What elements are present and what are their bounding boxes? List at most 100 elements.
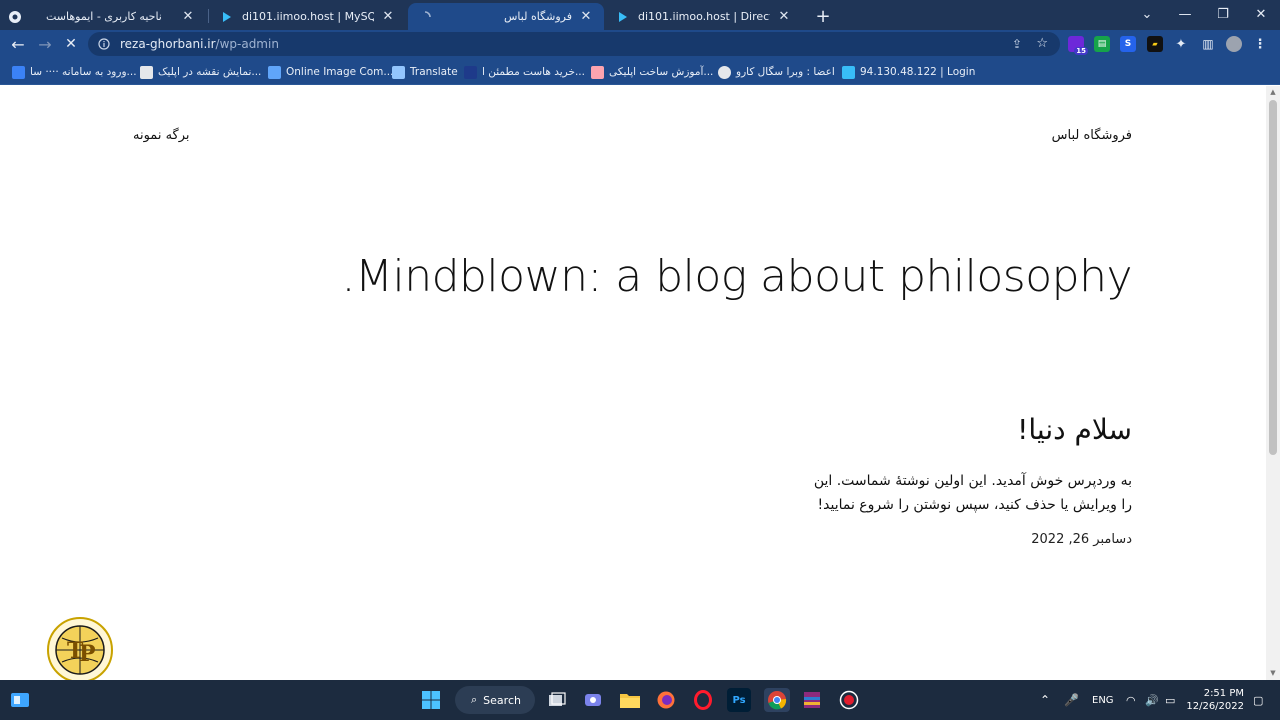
side-panel-icon[interactable]: ▥ — [1200, 36, 1216, 52]
bookmark-label: Online Image Com... — [286, 66, 394, 78]
record-icon[interactable] — [837, 688, 861, 712]
tab-label: di101.iimoo.host | DirectAdmin — [638, 10, 770, 23]
close-icon: ✕ — [65, 36, 77, 52]
tab-mysql-manager[interactable]: di101.iimoo.host | MySQL Manag ✕ — [210, 3, 406, 30]
bookmark-item[interactable]: ورود به سامانه ···· سا... — [12, 64, 137, 80]
post-excerpt: به وردپرس خوش آمدید. این اولین نوشتهٔ شم… — [813, 473, 1132, 513]
close-window-button[interactable]: ✕ — [1242, 0, 1280, 28]
opera-icon[interactable] — [691, 688, 715, 712]
star-icon[interactable]: ☆ — [1036, 36, 1048, 51]
minimize-button[interactable]: — — [1166, 0, 1204, 28]
page-scrollbar[interactable]: ▲ ▼ — [1266, 86, 1280, 680]
close-icon[interactable]: ✕ — [180, 9, 196, 25]
taskbar-search[interactable]: ⌕ Search — [455, 686, 535, 714]
microphone-icon[interactable]: 🎤 — [1064, 680, 1079, 720]
avatar[interactable] — [1226, 36, 1242, 52]
watermark-logo: T P — [46, 616, 114, 684]
bookmark-item[interactable]: Online Image Com... — [268, 64, 393, 80]
svg-text:P: P — [79, 641, 96, 667]
bookmark-item[interactable]: خرید هاست مطمئن ا... — [464, 64, 585, 80]
search-icon: ⌕ — [471, 693, 478, 706]
wifi-icon[interactable]: ◠ — [1126, 680, 1136, 720]
taskbar-clock[interactable]: 2:51 PM 12/26/2022 — [1186, 687, 1244, 713]
page-content: فروشگاه لباس برگه نمونه Mindblown: a blo… — [0, 86, 1266, 683]
new-tab-button[interactable]: + — [810, 3, 836, 30]
tab-divider — [208, 9, 209, 23]
globe-icon — [718, 65, 731, 79]
notifications-icon[interactable]: ▢ — [1253, 680, 1263, 720]
dark-extension-icon[interactable]: ▰ — [1147, 36, 1163, 52]
bookmark-item[interactable]: 94.130.48.122 | Login — [842, 64, 975, 80]
sheets-extension-icon[interactable]: ▤ — [1094, 36, 1110, 52]
hero-heading: Mindblown: a blog about philosophy. — [341, 251, 1133, 302]
bookmark-item[interactable]: آموزش ساخت اپلیکی... — [591, 64, 713, 80]
bookmark-item[interactable]: نمایش نقشه در اپلیک... — [140, 64, 261, 80]
post-title[interactable]: سلام دنیا! — [1017, 413, 1132, 446]
tab-search-button[interactable]: ⌄ — [1128, 0, 1166, 28]
tab-user-area[interactable]: ناحیه کاربری - ایموهاست ✕ — [36, 3, 206, 30]
start-button[interactable] — [419, 688, 443, 712]
chevron-up-icon: ⌃ — [1040, 693, 1051, 707]
tab-clothing-store[interactable]: فروشگاه لباس ✕ — [408, 3, 604, 30]
site-title[interactable]: فروشگاه لباس — [1052, 128, 1132, 143]
language-indicator[interactable]: ENG — [1092, 680, 1114, 720]
chevron-down-icon: ⌄ — [1141, 6, 1153, 22]
puzzle-icon[interactable]: ✦ — [1173, 36, 1189, 52]
firefox-icon[interactable] — [654, 688, 678, 712]
clock-date: 12/26/2022 — [1186, 701, 1244, 712]
bookmark-label: آموزش ساخت اپلیکی... — [609, 66, 714, 78]
info-icon[interactable] — [98, 35, 110, 54]
share-icon[interactable]: ⇪ — [1012, 37, 1022, 51]
maximize-icon: ❐ — [1217, 6, 1229, 22]
winrar-icon[interactable] — [800, 688, 824, 712]
s-extension-icon[interactable]: S — [1120, 36, 1136, 52]
teams-icon[interactable] — [581, 688, 605, 712]
scroll-up-icon[interactable]: ▲ — [1269, 88, 1277, 96]
chrome-taskbar-icon[interactable] — [764, 688, 790, 712]
scroll-down-icon[interactable]: ▼ — [1269, 669, 1277, 677]
show-hidden-icons[interactable]: ⌃ — [1040, 680, 1050, 720]
address-bar[interactable]: reza-ghorbani.ir/wp-admin ⇪ ☆ — [88, 32, 1060, 56]
close-icon[interactable]: ✕ — [380, 9, 396, 25]
tab-chrome-menu[interactable] — [8, 3, 38, 30]
close-icon[interactable]: ✕ — [578, 9, 594, 25]
back-button[interactable]: ← — [7, 34, 29, 54]
tab-directadmin[interactable]: di101.iimoo.host | DirectAdmin ✕ — [606, 3, 802, 30]
widgets-icon[interactable] — [8, 688, 32, 712]
browser-toolbar: ← → ✕ reza-ghorbani.ir/wp-admin ⇪ ☆ 15 ▤… — [0, 30, 1280, 58]
translate-icon — [392, 65, 405, 79]
bookmark-item[interactable]: اعضا : وبرا سگال کارو — [718, 64, 835, 80]
file-explorer-icon[interactable] — [618, 688, 642, 712]
forward-button[interactable]: → — [34, 34, 56, 54]
post-date[interactable]: دسامبر 26, 2022 — [1031, 532, 1132, 547]
close-icon[interactable]: ✕ — [776, 9, 792, 25]
url-host: reza-ghorbani.ir — [120, 37, 216, 51]
arrow-left-icon: ← — [11, 34, 25, 54]
bookmark-item[interactable]: Translate — [392, 64, 458, 80]
plus-icon: + — [815, 6, 831, 27]
bookmark-label: Translate — [410, 66, 458, 78]
search-label: Search — [483, 693, 521, 707]
nav-link-sample-page[interactable]: برگه نمونه — [133, 128, 190, 143]
tab-label: ناحیه کاربری - ایموهاست — [46, 10, 162, 23]
volume-icon[interactable]: 🔊 — [1145, 680, 1159, 720]
windows-taskbar: ⌕ Search Ps ⌃ 🎤 ENG ◠ 🔊 ▭ 2:51 PM 12/26/… — [0, 680, 1280, 720]
scroll-thumb[interactable] — [1269, 100, 1277, 455]
bookmark-icon — [12, 65, 25, 79]
task-view-icon[interactable] — [545, 688, 569, 712]
bookmark-icon — [591, 65, 604, 79]
maximize-button[interactable]: ❐ — [1204, 0, 1242, 28]
tab-label: di101.iimoo.host | MySQL Manag — [242, 10, 374, 23]
extension-badge-icon[interactable]: 15 — [1068, 36, 1088, 55]
bookmark-label: 94.130.48.122 | Login — [860, 66, 976, 78]
bookmark-icon — [842, 65, 855, 79]
directadmin-icon — [616, 10, 630, 24]
loading-icon — [418, 10, 432, 24]
stop-button[interactable]: ✕ — [60, 34, 82, 54]
photoshop-icon[interactable]: Ps — [727, 688, 751, 712]
bookmarks-bar: ورود به سامانه ···· سا... نمایش نقشه در … — [0, 58, 1280, 85]
language-label: ENG — [1092, 694, 1114, 706]
arrow-right-icon: → — [38, 34, 52, 54]
more-menu-icon[interactable]: ⋮ — [1252, 36, 1268, 52]
battery-icon[interactable]: ▭ — [1165, 680, 1175, 720]
